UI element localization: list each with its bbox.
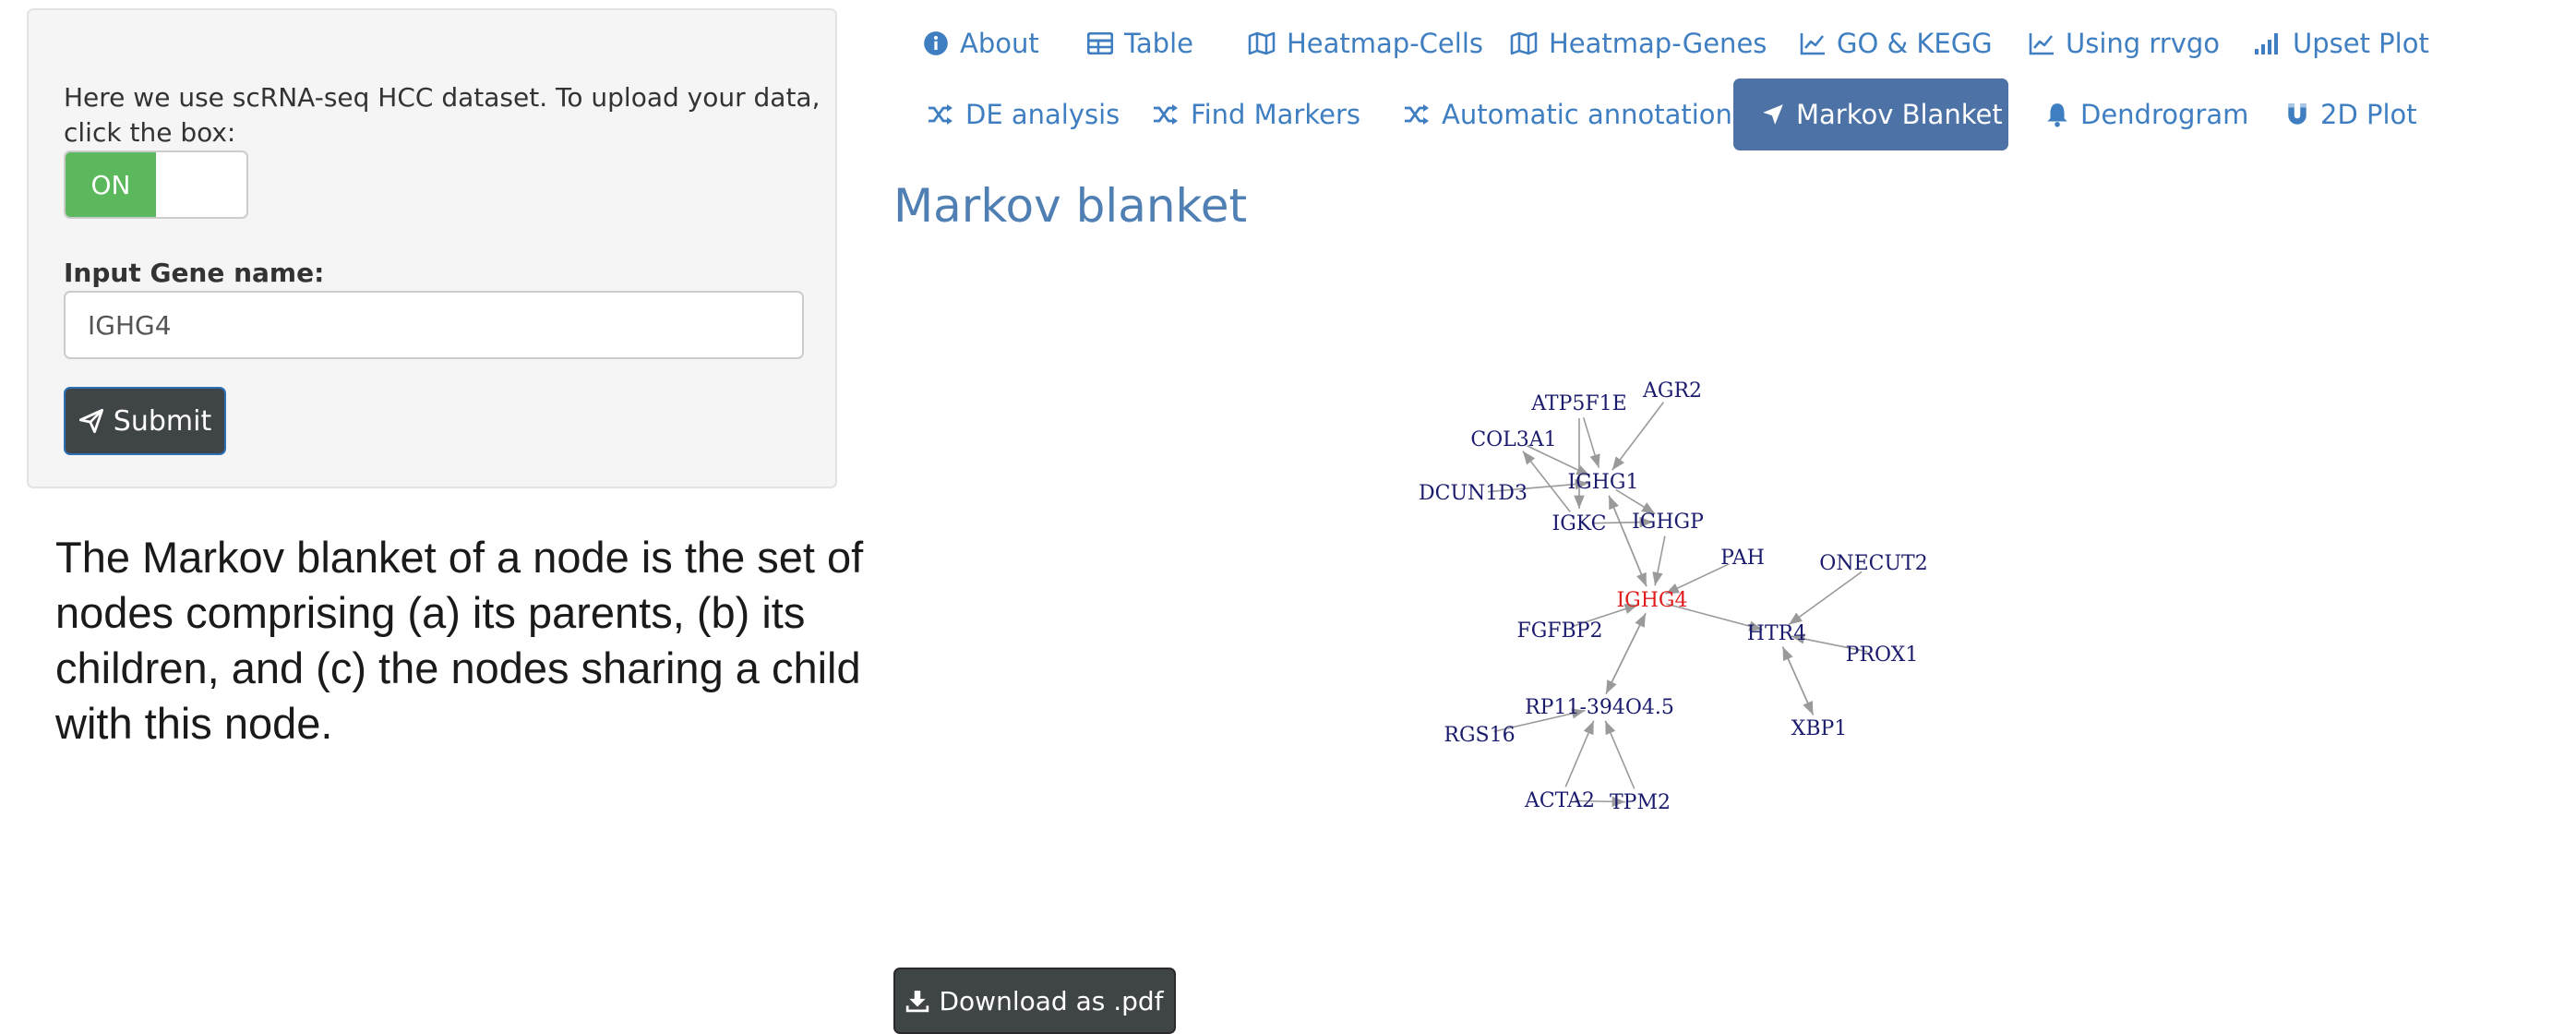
upload-toggle-switch[interactable]: ON [64, 150, 248, 219]
graph-node-igkc: IGKC [1552, 512, 1607, 535]
graph-nodes: AGR2 ATP5F1E COL3A1 IGHG1 DCUN1D3 IGKC IGHGP PA… [1419, 379, 1928, 814]
submit-label: Submit [113, 404, 212, 438]
shuffle-icon [1154, 104, 1178, 125]
gene-name-label: Input Gene name: [64, 258, 325, 288]
tab-heatmap-cells[interactable]: Heatmap-Cells [1220, 7, 1511, 79]
graph-node-ighg4: IGHG4 [1616, 589, 1687, 612]
graph-node-onecut2: ONECUT2 [1819, 552, 1927, 575]
map-icon [1248, 31, 1276, 55]
tab-label: Upset Plot [2293, 28, 2429, 59]
tab-label: Table [1124, 28, 1193, 59]
tab-2d-plot[interactable]: 2D Plot [2258, 78, 2445, 150]
graph-node-atp5f1e: ATP5F1E [1530, 392, 1626, 415]
tab-using-rrvgo[interactable]: Using rrvgo [2001, 7, 2247, 79]
graph-node-ighg1: IGHG1 [1567, 471, 1638, 494]
tab-label: Markov Blanket [1796, 99, 2003, 130]
graph-edge [1608, 495, 1647, 587]
graph-edge [1605, 613, 1647, 694]
tab-heatmap-genes[interactable]: Heatmap-Genes [1482, 7, 1794, 79]
graph-node-xbp1: XBP1 [1791, 717, 1848, 740]
info-circle-icon [924, 31, 948, 55]
tab-dendrogram[interactable]: Dendrogram [2018, 78, 2276, 150]
line-chart-icon [2029, 33, 2054, 55]
graph-edge [1604, 720, 1635, 789]
graph-node-htr4: HTR4 [1747, 622, 1806, 645]
graph-node-ighgp: IGHGP [1632, 511, 1704, 534]
tab-label: Dendrogram [2080, 99, 2249, 130]
graph-edge [1652, 535, 1666, 586]
upload-intro-text: Here we use scRNA-seq HCC dataset. To up… [64, 82, 821, 148]
location-arrow-icon [1763, 104, 1783, 125]
map-icon [1510, 31, 1538, 55]
graph-node-rp11-394o4-5: RP11-394O4.5 [1525, 696, 1674, 719]
download-label: Download as .pdf [939, 985, 1164, 1016]
graph-node-fgfbp2: FGFBP2 [1516, 619, 1602, 643]
tab-label: Heatmap-Genes [1549, 28, 1767, 59]
download-pdf-button[interactable]: Download as .pdf [893, 968, 1176, 1034]
bell-icon [2047, 103, 2067, 127]
tab-markov-blanket[interactable]: Markov Blanket [1733, 78, 2008, 150]
tab-label: DE analysis [965, 99, 1120, 130]
graph-edge [1582, 417, 1600, 468]
graph-edge [1781, 646, 1815, 715]
line-chart-icon [1800, 33, 1825, 55]
graph-node-prox1: PROX1 [1846, 643, 1919, 667]
graph-node-acta2: ACTA2 [1524, 789, 1595, 812]
tab-label: Using rrvgo [2066, 28, 2221, 59]
tab-go-kegg[interactable]: GO & KEGG [1772, 7, 2020, 79]
tab-de-analysis[interactable]: DE analysis [899, 78, 1147, 150]
tab-find-markers[interactable]: Find Markers [1124, 78, 1388, 150]
sidebar-panel: Here we use scRNA-seq HCC dataset. To up… [27, 8, 837, 488]
submit-button[interactable]: Submit [64, 387, 226, 455]
tab-upset-plot[interactable]: Upset Plot [2226, 7, 2457, 79]
graph-node-agr2: AGR2 [1642, 379, 1702, 403]
graph-node-pah: PAH [1720, 547, 1765, 570]
graph-edge [1788, 571, 1863, 626]
table-icon [1087, 32, 1113, 54]
graph-edge [1564, 720, 1595, 788]
graph-node-tpm2: TPM2 [1610, 791, 1671, 814]
tab-about[interactable]: About [895, 7, 1067, 79]
markov-blanket-description: The Markov blanket of a node is the set … [55, 533, 864, 748]
tab-label: Find Markers [1191, 99, 1360, 130]
graph-node-col3a1: COL3A1 [1470, 428, 1556, 451]
toggle-on-label: ON [66, 152, 156, 217]
graph-node-rgs16: RGS16 [1444, 724, 1515, 747]
page-title: Markov blanket [893, 179, 1248, 233]
graph-edge [1522, 451, 1571, 512]
shuffle-icon [929, 104, 953, 125]
gene-name-input[interactable] [64, 291, 804, 359]
download-icon [906, 991, 929, 1013]
markov-blanket-graph: AGR2 ATP5F1E COL3A1 IGHG1 DCUN1D3 IGKC IGHGP PA… [1419, 379, 1928, 814]
tab-label: 2D Plot [2320, 99, 2417, 130]
shuffle-icon [1405, 104, 1429, 125]
paper-plane-icon [78, 408, 103, 434]
tab-label: Heatmap-Cells [1287, 28, 1483, 59]
magnet-icon [2288, 103, 2306, 125]
signal-bars-icon [2255, 33, 2278, 54]
tab-table[interactable]: Table [1060, 7, 1221, 79]
graph-node-dcun1d3: DCUN1D3 [1419, 482, 1528, 505]
tab-automatic-annotations[interactable]: Automatic annotations [1375, 78, 1774, 150]
tab-label: GO & KEGG [1837, 28, 1993, 59]
tab-label: About [960, 28, 1039, 59]
tab-label: Automatic annotations [1442, 99, 1747, 130]
